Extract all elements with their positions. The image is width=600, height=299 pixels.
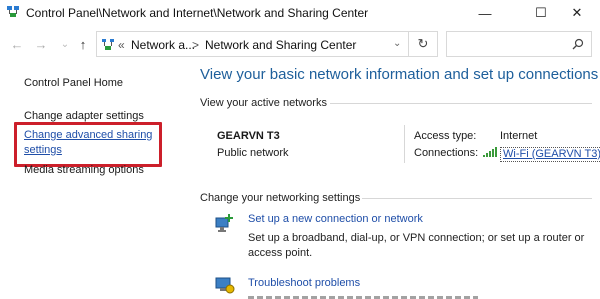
divider	[330, 103, 592, 104]
network-center-icon	[7, 6, 19, 17]
change-settings-header: Change your networking settings	[200, 192, 361, 204]
address-bar[interactable]: « Network a... > Network and Sharing Cen…	[96, 31, 438, 57]
divider	[404, 125, 405, 163]
divider	[362, 198, 592, 199]
wifi-connection-link[interactable]: Wi-Fi (GEARVN T3)	[500, 147, 600, 162]
breadcrumb-separator: >	[192, 38, 200, 52]
wifi-signal-icon	[483, 147, 497, 157]
sidebar-item-adapter-settings[interactable]: Change adapter settings	[24, 110, 144, 122]
breadcrumb-overflow[interactable]: «	[118, 38, 125, 52]
network-name: GEARVN T3	[217, 130, 280, 142]
recent-locations-icon[interactable]: ⌄	[56, 34, 74, 54]
access-type-label: Access type:	[414, 130, 477, 142]
setup-connection-description: Set up a broadband, dial-up, or VPN conn…	[248, 232, 585, 259]
address-dropdown-icon[interactable]: ⌄	[393, 38, 401, 49]
network-type-link[interactable]: Public network	[217, 147, 289, 159]
forward-arrow-icon[interactable]: →	[32, 34, 50, 54]
setup-connection-link[interactable]: Set up a new connection or network	[248, 213, 423, 225]
sidebar-item-media-streaming[interactable]: Media streaming options	[24, 164, 144, 176]
close-button[interactable]: ✕	[554, 0, 600, 26]
access-type-value: Internet	[500, 130, 538, 142]
new-connection-icon	[215, 214, 233, 232]
highlight-box	[14, 122, 162, 167]
refresh-button[interactable]: ↻	[408, 31, 438, 57]
troubleshoot-link[interactable]: Troubleshoot problems	[248, 277, 360, 289]
sidebar-item-home[interactable]: Control Panel Home	[24, 77, 123, 89]
troubleshoot-icon	[215, 277, 235, 294]
minimize-button[interactable]: —	[462, 0, 508, 26]
search-icon	[572, 38, 584, 50]
back-arrow-icon[interactable]: ←	[8, 34, 26, 54]
title-bar: Control Panel\Network and Internet\Netwo…	[0, 0, 600, 26]
connections-label: Connections:	[414, 147, 479, 159]
search-input[interactable]	[446, 31, 592, 57]
window-title: Control Panel\Network and Internet\Netwo…	[26, 6, 369, 20]
up-arrow-icon[interactable]: ↑	[74, 34, 92, 54]
breadcrumb-current[interactable]: Network and Sharing Center	[205, 38, 356, 52]
page-title: View your basic network information and …	[200, 66, 599, 83]
breadcrumb-network-internet[interactable]: Network a...	[131, 38, 195, 52]
active-networks-header: View your active networks	[200, 97, 327, 109]
troubleshoot-description-clipped	[248, 294, 478, 299]
network-center-icon	[102, 39, 114, 50]
